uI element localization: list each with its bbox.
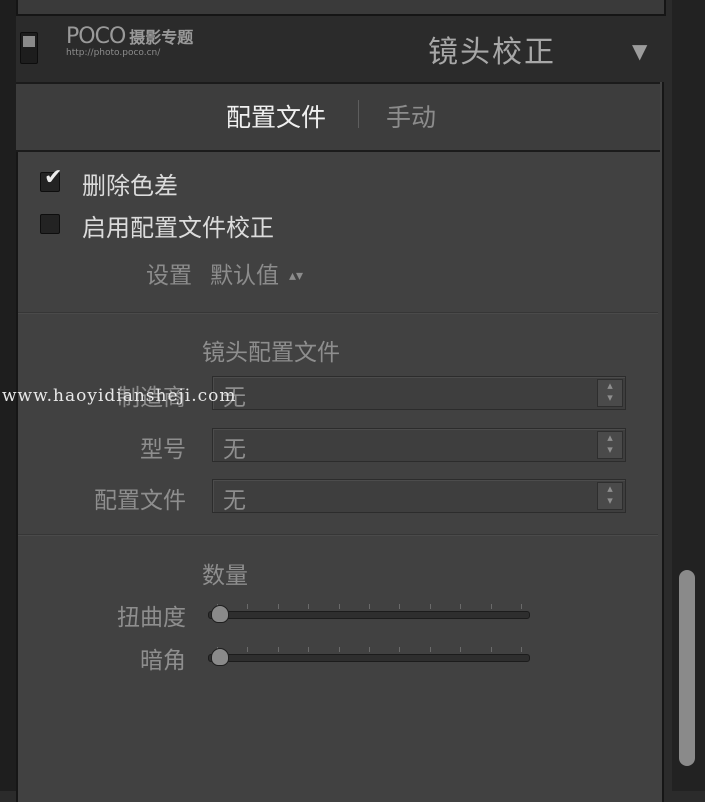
setup-row: 设置 默认值 ▴▾ bbox=[146, 256, 303, 290]
tab-bar: 配置文件 手动 bbox=[16, 82, 660, 152]
tab-profile[interactable]: 配置文件 bbox=[226, 98, 326, 134]
remove-ca-label: 删除色差 bbox=[82, 172, 178, 200]
slider-tick bbox=[460, 604, 462, 609]
distortion-label: 扭曲度 bbox=[117, 605, 186, 631]
model-label: 型号 bbox=[140, 437, 186, 463]
previous-panel-edge bbox=[16, 0, 666, 16]
setup-label: 设置 bbox=[146, 263, 192, 289]
slider-tick bbox=[308, 647, 310, 652]
enable-profile-label: 启用配置文件校正 bbox=[82, 214, 274, 242]
slider-tick bbox=[369, 647, 370, 652]
slider-ticks bbox=[209, 647, 529, 653]
tab-separator bbox=[358, 100, 359, 128]
panel-title: 镜头校正 bbox=[428, 35, 556, 70]
slider-tick bbox=[399, 604, 401, 609]
slider-tick bbox=[490, 647, 492, 652]
select-arrows-icon: ▴ ▾ bbox=[597, 431, 623, 459]
model-select[interactable]: 无 ▴ ▾ bbox=[212, 428, 626, 463]
amount-title: 数量 bbox=[202, 563, 248, 589]
checkmark-icon: ✔ bbox=[44, 165, 63, 190]
distortion-slider[interactable] bbox=[208, 604, 530, 623]
logo-brand: POCO bbox=[66, 24, 126, 49]
lens-profile-title: 镜头配置文件 bbox=[202, 340, 340, 366]
profile-select[interactable]: 无 ▴ ▾ bbox=[212, 479, 626, 514]
setup-select[interactable]: 默认值 bbox=[210, 263, 279, 289]
enable-profile-checkbox[interactable] bbox=[40, 214, 60, 234]
select-arrows-icon: ▴ ▾ bbox=[597, 482, 623, 510]
panel-header[interactable]: POCO 摄影专题 http://photo.poco.cn/ 镜头校正 ▼ bbox=[0, 22, 660, 80]
slider-tick bbox=[521, 647, 522, 652]
select-arrows-icon: ▴ ▾ bbox=[597, 379, 623, 407]
slider-tick bbox=[338, 604, 340, 609]
slider-tick bbox=[429, 604, 431, 609]
remove-ca-checkbox[interactable]: ✔ bbox=[40, 165, 62, 192]
vignetting-slider-thumb[interactable] bbox=[211, 648, 229, 666]
slider-tick bbox=[308, 604, 310, 609]
slider-tick bbox=[277, 647, 279, 652]
distortion-slider-thumb[interactable] bbox=[211, 605, 229, 623]
section-divider bbox=[18, 534, 658, 536]
tab-manual[interactable]: 手动 bbox=[386, 98, 436, 134]
slider-tick bbox=[429, 647, 431, 652]
logo-url: http://photo.poco.cn/ bbox=[66, 48, 161, 58]
panel-enable-switch[interactable] bbox=[20, 32, 38, 64]
profile-value: 无 bbox=[223, 488, 246, 514]
scrollbar-thumb[interactable] bbox=[679, 570, 695, 766]
slider-tick bbox=[521, 604, 522, 609]
slider-tick bbox=[490, 604, 492, 609]
slider-ticks bbox=[209, 604, 529, 610]
up-down-stepper-icon[interactable]: ▴▾ bbox=[289, 268, 303, 284]
slider-tick bbox=[460, 647, 462, 652]
vignetting-slider[interactable] bbox=[208, 647, 530, 666]
slider-tick bbox=[277, 604, 279, 609]
poco-logo: POCO 摄影专题 http://photo.poco.cn/ bbox=[66, 24, 194, 58]
slider-tick bbox=[338, 647, 340, 652]
watermark-text: www.haoyidiansheji.com bbox=[2, 386, 237, 406]
slider-tick bbox=[247, 604, 249, 609]
make-select[interactable]: 无 ▴ ▾ bbox=[212, 376, 626, 411]
model-value: 无 bbox=[223, 437, 246, 463]
vignetting-label: 暗角 bbox=[140, 648, 186, 674]
slider-tick bbox=[369, 604, 370, 609]
logo-tag: 摄影专题 bbox=[129, 28, 194, 47]
profile-label: 配置文件 bbox=[94, 488, 186, 514]
section-divider bbox=[18, 312, 658, 314]
slider-tick bbox=[399, 647, 401, 652]
slider-tick bbox=[247, 647, 249, 652]
triangle-down-icon[interactable]: ▼ bbox=[632, 39, 647, 63]
